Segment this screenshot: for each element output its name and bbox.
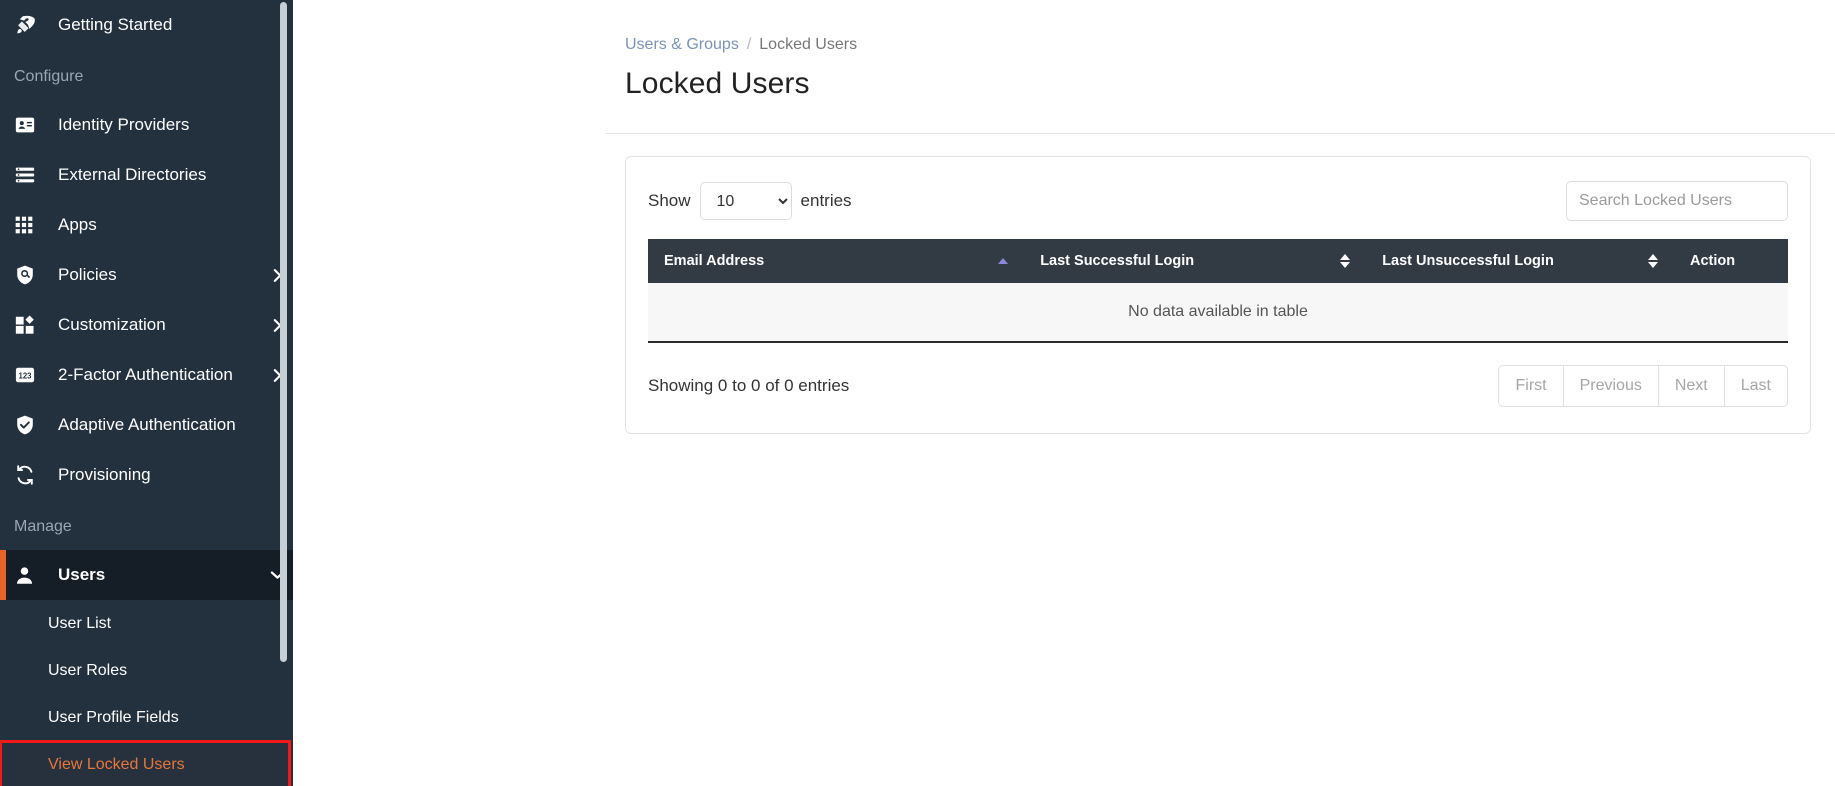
sidebar-item-label: Users: [58, 565, 106, 584]
svg-text:123: 123: [18, 371, 32, 380]
sidebar-subitem-user-roles[interactable]: User Roles: [0, 647, 293, 694]
entries-label: entries: [800, 191, 852, 210]
breadcrumb-current: Locked Users: [759, 36, 858, 53]
locked-users-table: Email Address Last Successful Login Last…: [648, 239, 1788, 343]
sidebar-section-configure: Configure: [14, 68, 84, 85]
sidebar-item-getting-started[interactable]: Getting Started: [0, 0, 293, 50]
page-length-select[interactable]: 10 25 50 100: [699, 182, 792, 220]
sync-icon: [14, 463, 44, 487]
breadcrumb-separator: /: [746, 36, 752, 53]
sidebar-item-label: Getting Started: [58, 15, 173, 34]
header-divider: [605, 133, 1835, 134]
sidebar-item-label: Policies: [58, 265, 117, 284]
empty-message: No data available in table: [648, 283, 1788, 343]
sidebar-item-label: Apps: [58, 215, 97, 234]
sidebar-section-manage: Manage: [14, 518, 72, 535]
sidebar: Getting Started Configure Identity Provi…: [0, 0, 293, 786]
sidebar-item-provisioning[interactable]: Provisioning: [0, 450, 293, 500]
column-header-action: Action: [1673, 239, 1788, 283]
sidebar-item-label: Customization: [58, 315, 166, 334]
column-label: Last Successful Login: [1040, 253, 1195, 269]
sidebar-item-label: External Directories: [58, 165, 207, 184]
puzzle-icon: [14, 313, 44, 337]
list-icon: [14, 163, 44, 187]
locked-users-card: Show 10 25 50 100 entries Email Address: [625, 156, 1811, 434]
sidebar-item-label: Provisioning: [58, 465, 151, 484]
sidebar-item-label: Adaptive Authentication: [58, 415, 236, 434]
sidebar-scroll-area: Getting Started Configure Identity Provi…: [0, 0, 293, 786]
entries-info: Showing 0 to 0 of 0 entries: [648, 376, 850, 395]
page-title: Locked Users: [625, 67, 810, 100]
table-header-row: Email Address Last Successful Login Last…: [648, 239, 1788, 283]
sidebar-item-customization[interactable]: Customization: [0, 300, 293, 350]
page-length-control: Show 10 25 50 100 entries: [648, 182, 852, 220]
column-label: Email Address: [664, 253, 765, 269]
shield-search-icon: [14, 263, 44, 287]
sidebar-item-label: 2-Factor Authentication: [58, 365, 233, 384]
sidebar-item-identity-providers[interactable]: Identity Providers: [0, 100, 293, 150]
sidebar-subitem-view-locked-users[interactable]: View Locked Users: [0, 740, 291, 786]
table-footer: Showing 0 to 0 of 0 entries First Previo…: [648, 365, 1788, 407]
sidebar-item-apps[interactable]: Apps: [0, 200, 293, 250]
sidebar-subitem-label: User Profile Fields: [48, 708, 179, 726]
pagination-last-button[interactable]: Last: [1724, 365, 1788, 407]
column-header-email-address[interactable]: Email Address: [648, 239, 1025, 283]
table-body: No data available in table: [648, 283, 1788, 343]
show-label: Show: [648, 191, 691, 210]
pagination-next-button[interactable]: Next: [1658, 365, 1725, 407]
pagination-first-button[interactable]: First: [1498, 365, 1564, 407]
pagination: First Previous Next Last: [1498, 365, 1788, 407]
rocket-icon: [14, 13, 44, 37]
sidebar-item-adaptive-authentication[interactable]: Adaptive Authentication: [0, 400, 293, 450]
sidebar-item-label: Identity Providers: [58, 115, 190, 134]
table-empty-row: No data available in table: [648, 283, 1788, 343]
sort-toggle-icon: [1647, 254, 1658, 268]
breadcrumb-link-users-groups[interactable]: Users & Groups: [625, 36, 739, 54]
sort-ascending-icon: [998, 258, 1009, 264]
sidebar-subitem-user-list[interactable]: User List: [0, 600, 293, 647]
app-root: Getting Started Configure Identity Provi…: [0, 0, 1835, 786]
table-controls: Show 10 25 50 100 entries: [648, 181, 1788, 221]
sidebar-scrollbar-track[interactable]: [280, 0, 290, 786]
sidebar-subitem-label: View Locked Users: [48, 755, 185, 773]
sidebar-subitem-label: User List: [48, 614, 112, 632]
column-header-last-unsuccessful-login[interactable]: Last Unsuccessful Login: [1366, 239, 1674, 283]
sort-toggle-icon: [1340, 254, 1351, 268]
id-card-icon: [14, 113, 44, 137]
table-head: Email Address Last Successful Login Last…: [648, 239, 1788, 283]
column-header-last-successful-login[interactable]: Last Successful Login: [1024, 239, 1367, 283]
column-label: Action: [1689, 253, 1736, 269]
sidebar-subitem-label: User Roles: [48, 661, 128, 679]
sidebar-item-policies[interactable]: Policies: [0, 250, 293, 300]
user-icon: [14, 563, 44, 587]
column-label: Last Unsuccessful Login: [1382, 253, 1554, 269]
shield-check-icon: [14, 413, 44, 437]
search-input[interactable]: [1566, 181, 1788, 221]
sidebar-item-external-directories[interactable]: External Directories: [0, 150, 293, 200]
main-content: Users & Groups / Locked Users Locked Use…: [293, 0, 1835, 786]
sidebar-item-2-factor-authentication[interactable]: 123 2-Factor Authentication: [0, 350, 293, 400]
sidebar-scrollbar-thumb[interactable]: [280, 2, 287, 662]
numbers-123-icon: 123: [14, 363, 44, 387]
pagination-previous-button[interactable]: Previous: [1563, 365, 1659, 407]
breadcrumb: Users & Groups / Locked Users: [293, 0, 1835, 53]
sidebar-item-users[interactable]: Users: [0, 550, 293, 600]
grid-icon: [14, 213, 44, 237]
sidebar-subitem-user-profile-fields[interactable]: User Profile Fields: [0, 694, 293, 741]
